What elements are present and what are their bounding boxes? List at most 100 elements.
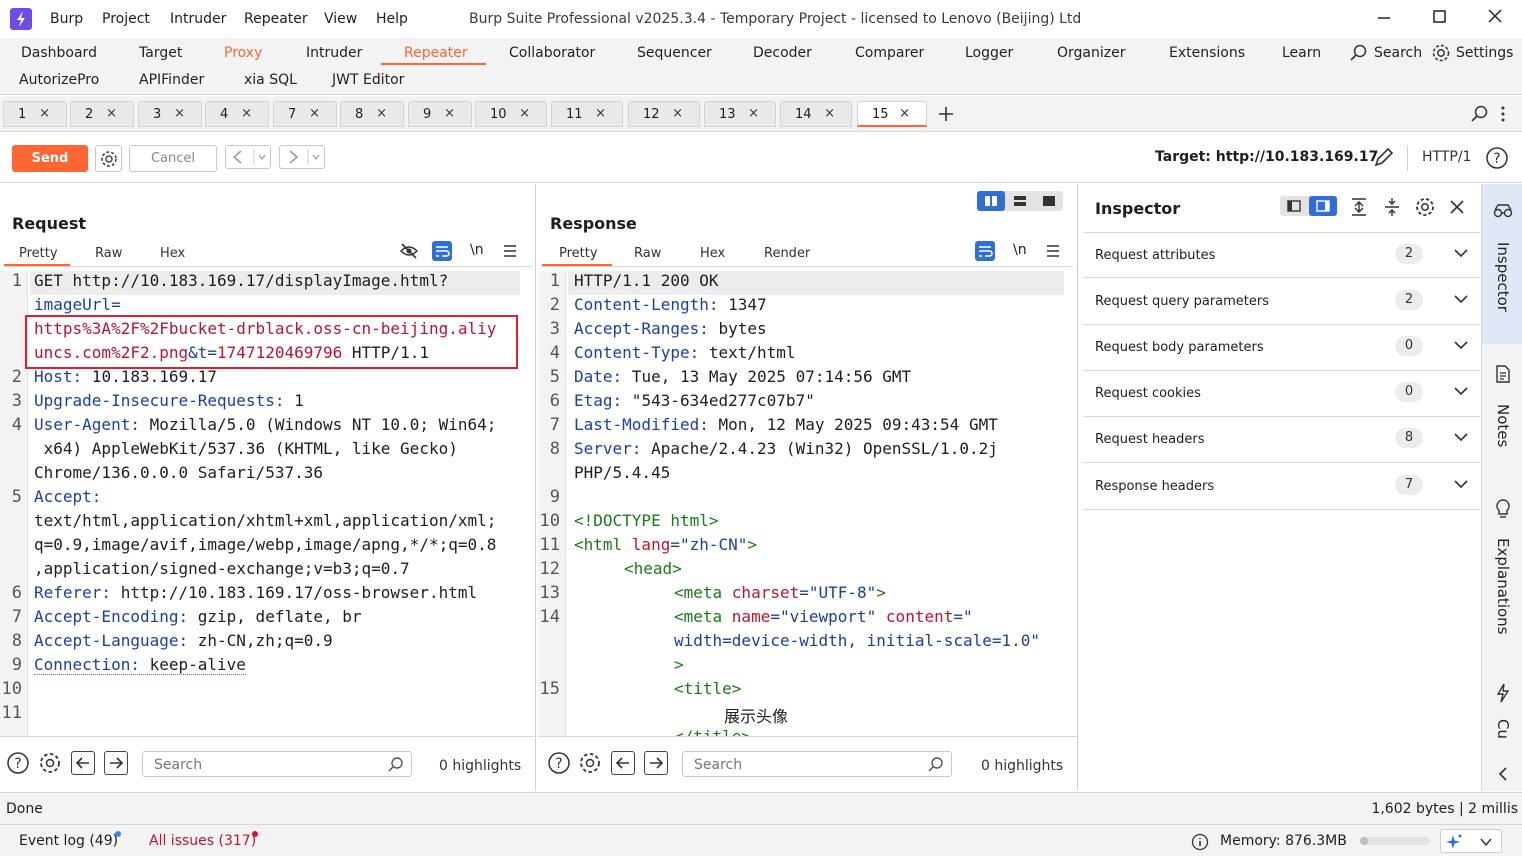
tab-render[interactable]: Render bbox=[764, 246, 810, 261]
repeater-tab-13[interactable]: 13 × bbox=[704, 101, 776, 127]
gear-icon[interactable] bbox=[1414, 196, 1436, 218]
tab-apifinder[interactable]: APIFinder bbox=[139, 72, 204, 88]
close-tab-icon[interactable]: × bbox=[174, 106, 185, 121]
repeater-tab-15[interactable]: 15 × bbox=[857, 101, 927, 127]
tab-repeater[interactable]: Repeater bbox=[404, 45, 468, 61]
inspector-row-request-attributes[interactable]: Request attributes 2 bbox=[1083, 232, 1480, 278]
close-tab-icon[interactable]: × bbox=[309, 106, 320, 121]
tab-dashboard[interactable]: Dashboard bbox=[21, 45, 97, 61]
help-icon[interactable]: ? bbox=[547, 751, 571, 775]
repeater-tab-9[interactable]: 9 × bbox=[408, 101, 472, 127]
tab-decoder[interactable]: Decoder bbox=[753, 45, 812, 61]
close-tab-icon[interactable]: × bbox=[824, 106, 835, 121]
rail-tab-custom[interactable]: Cu bbox=[1482, 679, 1522, 759]
rail-tab-explanations[interactable]: Explanations bbox=[1482, 494, 1522, 654]
previous-match-button[interactable] bbox=[71, 751, 95, 775]
send-settings-button[interactable] bbox=[95, 145, 122, 172]
close-tab-icon[interactable]: × bbox=[519, 106, 530, 121]
close-tab-icon[interactable]: × bbox=[106, 106, 117, 121]
inspector-layout-right[interactable] bbox=[1309, 196, 1337, 216]
inspector-row-request-cookies[interactable]: Request cookies 0 bbox=[1083, 371, 1480, 417]
gear-icon[interactable] bbox=[38, 751, 62, 775]
close-tab-icon[interactable]: × bbox=[39, 106, 50, 121]
tab-raw[interactable]: Raw bbox=[95, 246, 122, 261]
tab-learn[interactable]: Learn bbox=[1282, 45, 1321, 61]
repeater-tab-14[interactable]: 14 × bbox=[780, 101, 852, 127]
tab-hex[interactable]: Hex bbox=[160, 246, 185, 261]
close-tab-icon[interactable]: × bbox=[444, 106, 455, 121]
word-wrap-toggle[interactable] bbox=[432, 241, 452, 261]
collapse-all-icon[interactable] bbox=[1383, 197, 1401, 217]
close-tab-icon[interactable]: × bbox=[899, 106, 910, 121]
edit-target-icon[interactable] bbox=[1373, 146, 1395, 168]
repeater-tab-11[interactable]: 11 × bbox=[551, 101, 623, 127]
rail-tab-inspector[interactable]: Inspector bbox=[1482, 184, 1522, 344]
close-tab-icon[interactable]: × bbox=[376, 106, 387, 121]
more-options-icon[interactable] bbox=[1498, 105, 1508, 123]
request-search-input[interactable]: Search bbox=[142, 751, 412, 777]
tab-xia-sql[interactable]: xia SQL bbox=[244, 72, 297, 88]
tab-target[interactable]: Target bbox=[139, 45, 182, 61]
add-tab-icon[interactable] bbox=[937, 105, 955, 123]
inspector-row-request-headers[interactable]: Request headers 8 bbox=[1083, 417, 1480, 463]
chevron-left-icon[interactable] bbox=[1496, 766, 1510, 782]
rail-tab-notes[interactable]: Notes bbox=[1482, 354, 1522, 464]
close-tab-icon[interactable]: × bbox=[672, 106, 683, 121]
menu-view[interactable]: View bbox=[324, 11, 357, 27]
inspector-row-response-headers[interactable]: Response headers 7 bbox=[1083, 464, 1480, 510]
menu-icon[interactable] bbox=[503, 244, 517, 258]
event-log-link[interactable]: Event log (49) bbox=[19, 833, 118, 849]
tab-proxy[interactable]: Proxy bbox=[224, 45, 262, 61]
tab-pretty[interactable]: Pretty bbox=[559, 246, 598, 261]
forward-button[interactable] bbox=[279, 145, 325, 169]
expand-all-icon[interactable] bbox=[1350, 197, 1368, 217]
inspector-row-request-query-parameters[interactable]: Request query parameters 2 bbox=[1083, 279, 1480, 325]
tab-jwt-editor[interactable]: JWT Editor bbox=[332, 72, 404, 88]
close-tab-icon[interactable]: × bbox=[241, 106, 252, 121]
repeater-tab-1[interactable]: 1 × bbox=[3, 101, 67, 127]
all-issues-link[interactable]: All issues (317) bbox=[149, 833, 256, 849]
repeater-tab-8[interactable]: 8 × bbox=[340, 101, 404, 127]
tab-extensions[interactable]: Extensions bbox=[1169, 45, 1245, 61]
back-button[interactable] bbox=[225, 145, 271, 169]
layout-side-by-side-button[interactable] bbox=[977, 191, 1005, 211]
gear-icon[interactable] bbox=[578, 751, 602, 775]
help-icon[interactable]: ? bbox=[1485, 146, 1509, 170]
next-match-button[interactable] bbox=[644, 751, 668, 775]
close-icon[interactable] bbox=[1448, 198, 1466, 216]
close-window-button[interactable] bbox=[1483, 8, 1507, 30]
repeater-tab-10[interactable]: 10 × bbox=[475, 101, 547, 127]
word-wrap-toggle[interactable] bbox=[975, 241, 995, 261]
maximize-button[interactable] bbox=[1428, 8, 1452, 30]
tab-logger[interactable]: Logger bbox=[965, 45, 1013, 61]
tab-collaborator[interactable]: Collaborator bbox=[509, 45, 595, 61]
response-editor[interactable]: HTTP/1.1 200 OK Content-Length: 1347 Acc… bbox=[566, 271, 1070, 736]
response-search-input[interactable]: Search bbox=[682, 751, 952, 777]
tab-search-icon[interactable] bbox=[1471, 105, 1489, 123]
tab-hex[interactable]: Hex bbox=[700, 246, 725, 261]
menu-repeater[interactable]: Repeater bbox=[244, 11, 308, 27]
repeater-tab-12[interactable]: 12 × bbox=[628, 101, 700, 127]
tab-comparer[interactable]: Comparer bbox=[855, 45, 924, 61]
send-button[interactable]: Send bbox=[12, 145, 88, 172]
cancel-button[interactable]: Cancel bbox=[129, 145, 217, 172]
newline-toggle[interactable]: \n bbox=[1013, 242, 1027, 258]
hide-eye-icon[interactable] bbox=[399, 242, 419, 260]
menu-burp[interactable]: Burp bbox=[50, 11, 83, 27]
newline-toggle[interactable]: \n bbox=[470, 242, 484, 258]
close-tab-icon[interactable]: × bbox=[595, 106, 606, 121]
tab-sequencer[interactable]: Sequencer bbox=[637, 45, 712, 61]
inspector-row-request-body-parameters[interactable]: Request body parameters 0 bbox=[1083, 325, 1480, 371]
tab-autorizepro[interactable]: AutorizePro bbox=[19, 72, 99, 88]
menu-project[interactable]: Project bbox=[102, 11, 150, 27]
http-version-selector[interactable]: HTTP/1 bbox=[1422, 149, 1471, 165]
repeater-tab-3[interactable]: 3 × bbox=[138, 101, 202, 127]
tab-pretty[interactable]: Pretty bbox=[19, 246, 58, 261]
menu-icon[interactable] bbox=[1046, 244, 1060, 258]
menu-help[interactable]: Help bbox=[376, 11, 408, 27]
ai-assist-button[interactable] bbox=[1440, 829, 1502, 853]
minimize-button[interactable] bbox=[1372, 8, 1396, 30]
close-tab-icon[interactable]: × bbox=[748, 106, 759, 121]
menu-intruder[interactable]: Intruder bbox=[170, 11, 226, 27]
tab-intruder[interactable]: Intruder bbox=[306, 45, 362, 61]
